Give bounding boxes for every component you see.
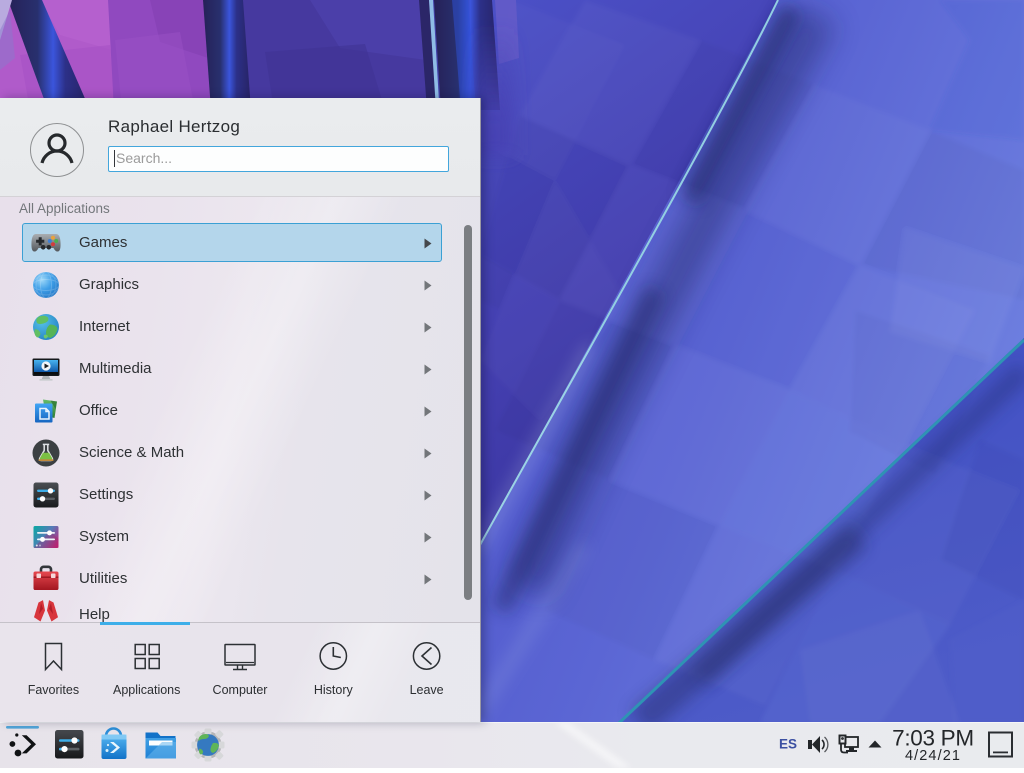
svg-text:Leave: Leave [410,683,444,697]
svg-text:History: History [314,683,354,697]
svg-text:7:03 PM: 7:03 PM [892,726,974,751]
svg-text:Computer: Computer [213,683,268,697]
svg-text:Applications: Applications [113,683,180,697]
svg-text:Favorites: Favorites [28,683,79,697]
svg-text:ES: ES [779,737,797,752]
svg-text:4/24/21: 4/24/21 [905,748,961,764]
